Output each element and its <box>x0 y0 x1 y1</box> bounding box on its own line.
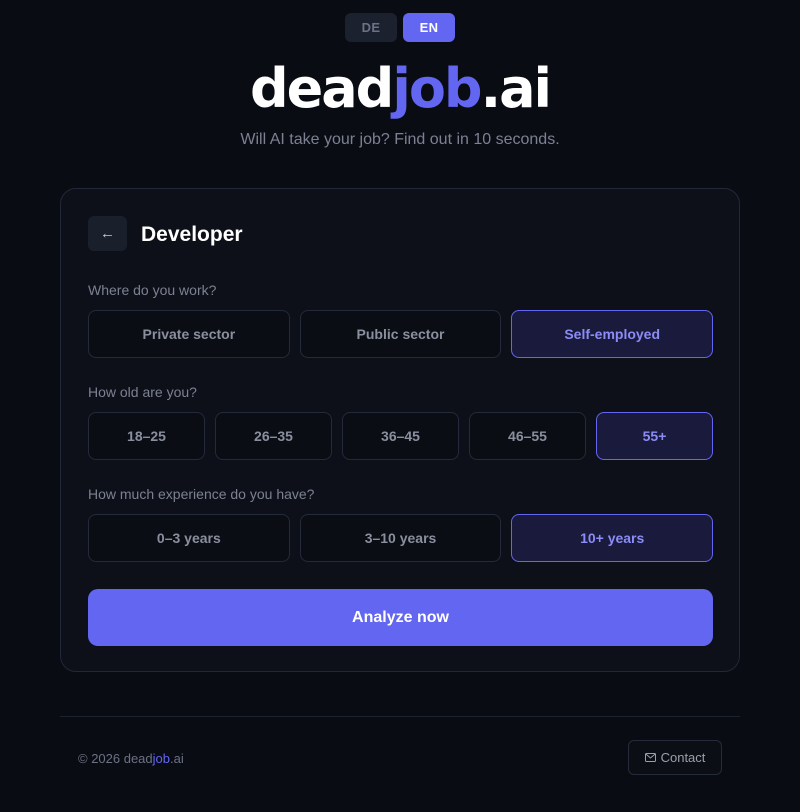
back-arrow-icon: ← <box>100 225 115 242</box>
language-toggle: DE EN <box>345 13 455 42</box>
tagline: Will AI take your job? Find out in 10 se… <box>240 131 560 148</box>
age-options: 18–25 26–35 36–45 46–55 55+ <box>88 412 713 460</box>
age-option-46-55[interactable]: 46–55 <box>469 412 586 460</box>
back-button[interactable]: ← <box>88 216 127 251</box>
copyright-suffix: .ai <box>170 751 184 766</box>
sector-option-private[interactable]: Private sector <box>88 310 290 358</box>
job-title: Developer <box>141 223 243 246</box>
experience-question: How much experience do you have? <box>88 486 315 502</box>
age-option-18-25[interactable]: 18–25 <box>88 412 205 460</box>
page: DE EN deadjob.ai Will AI take your job? … <box>0 0 800 812</box>
copyright: © 2026 deadjob.ai <box>78 751 184 766</box>
job-form-card: ← Developer Where do you work? Private s… <box>60 188 740 672</box>
experience-option-3-10[interactable]: 3–10 years <box>299 514 502 562</box>
experience-option-10-plus[interactable]: 10+ years <box>511 514 714 562</box>
logo-part-job: job <box>392 57 482 120</box>
logo: deadjob.ai <box>0 62 800 116</box>
sector-option-self-employed[interactable]: Self-employed <box>511 310 714 358</box>
experience-option-0-3[interactable]: 0–3 years <box>88 514 290 562</box>
logo-part-dead: dead <box>249 57 394 120</box>
contact-button[interactable]: Contact <box>628 740 722 775</box>
footer-divider <box>60 716 740 717</box>
language-de-button[interactable]: DE <box>345 13 397 42</box>
experience-options: 0–3 years 3–10 years 10+ years <box>88 514 714 562</box>
contact-label: Contact <box>660 750 706 765</box>
age-option-26-35[interactable]: 26–35 <box>215 412 332 460</box>
analyze-button[interactable]: Analyze now <box>88 589 713 646</box>
sector-options: Private sector Public sector Self-employ… <box>88 310 714 358</box>
language-en-button[interactable]: EN <box>403 13 455 42</box>
logo-part-ai: .ai <box>480 57 552 120</box>
age-option-55-plus[interactable]: 55+ <box>596 412 713 460</box>
mail-icon <box>644 753 656 762</box>
copyright-accent: job <box>152 751 171 766</box>
age-option-36-45[interactable]: 36–45 <box>342 412 459 460</box>
age-question: How old are you? <box>88 384 197 400</box>
sector-option-public[interactable]: Public sector <box>299 310 502 358</box>
sector-question: Where do you work? <box>88 282 217 298</box>
copyright-prefix: © 2026 dead <box>78 751 153 766</box>
